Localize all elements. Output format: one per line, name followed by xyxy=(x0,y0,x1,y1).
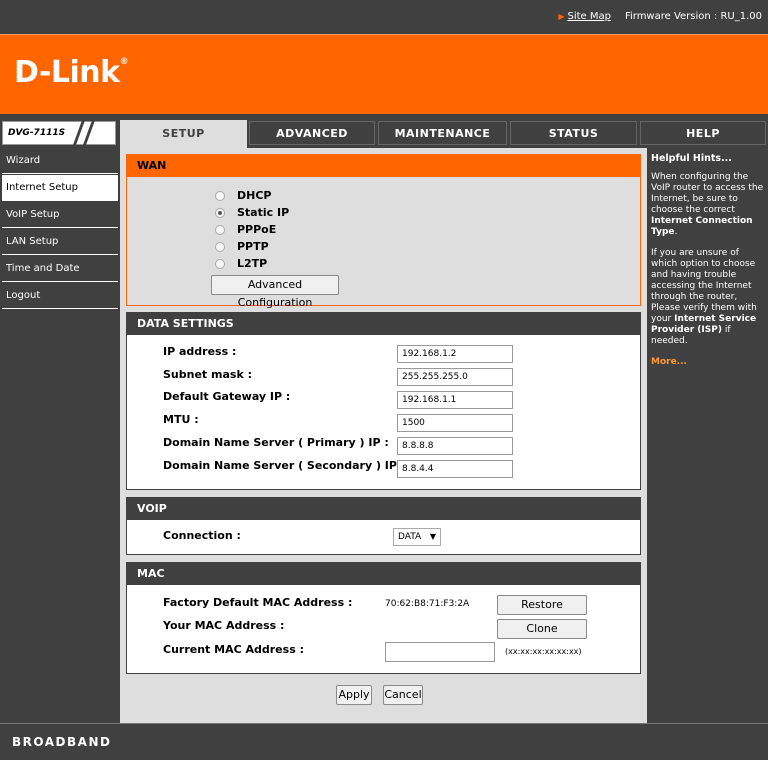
dropdown-arrow-icon: ▼ xyxy=(429,532,436,541)
tab-help[interactable]: HELP xyxy=(640,121,766,145)
sidebar-item-logout[interactable]: Logout xyxy=(2,283,118,309)
section-title: WAN xyxy=(127,155,640,177)
sidebar-item-lan-setup[interactable]: LAN Setup xyxy=(2,229,118,255)
model-label: DVG-7111S xyxy=(2,120,116,148)
mtu-field[interactable]: 1500 xyxy=(397,414,513,432)
radio-pppoe[interactable] xyxy=(215,225,225,235)
tab-setup[interactable]: SETUP xyxy=(120,120,247,148)
main-content: WAN DHCP Static IP PPPoE PPTP L2TP Advan… xyxy=(120,148,647,723)
broadband-label: BROADBAND xyxy=(12,735,112,749)
ip-address-label: IP address : xyxy=(163,345,237,358)
radio-pppoe-row[interactable]: PPPoE xyxy=(215,223,276,236)
default-gateway-field[interactable]: 192.168.1.1 xyxy=(397,391,513,409)
factory-mac-label: Factory Default MAC Address : xyxy=(163,596,353,609)
tab-status[interactable]: STATUS xyxy=(510,121,637,145)
mtu-label: MTU : xyxy=(163,413,199,426)
radio-dhcp[interactable] xyxy=(215,191,225,201)
connection-value: DATA xyxy=(398,532,422,542)
top-nav: DVG-7111S SETUP ADVANCED MAINTENANCE STA… xyxy=(0,118,768,148)
sidebar: Wizard Internet Setup VoIP Setup LAN Set… xyxy=(0,148,120,723)
tab-advanced[interactable]: ADVANCED xyxy=(249,121,375,145)
radio-label: L2TP xyxy=(237,257,268,270)
subnet-mask-field[interactable]: 255.255.255.0 xyxy=(397,368,513,386)
radio-label: DHCP xyxy=(237,189,272,202)
radio-static-ip[interactable] xyxy=(215,208,225,218)
clone-button[interactable]: Clone xyxy=(497,619,587,639)
radio-pptp-row[interactable]: PPTP xyxy=(215,240,269,253)
radio-dhcp-row[interactable]: DHCP xyxy=(215,189,271,202)
default-gateway-label: Default Gateway IP : xyxy=(163,390,291,403)
dns-primary-field[interactable]: 8.8.8.8 xyxy=(397,437,513,455)
connection-label: Connection : xyxy=(163,529,241,542)
sidebar-item-voip-setup[interactable]: VoIP Setup xyxy=(2,202,118,228)
radio-label: PPTP xyxy=(237,240,269,253)
data-settings-section: DATA SETTINGS IP address : 192.168.1.2 S… xyxy=(126,312,641,490)
wan-section: WAN DHCP Static IP PPPoE PPTP L2TP Advan… xyxy=(126,154,641,309)
radio-l2tp-row[interactable]: L2TP xyxy=(215,257,267,270)
advanced-configuration-button[interactable]: Advanced Configuration xyxy=(211,275,339,309)
hint-paragraph: When configuring the VoIP router to acce… xyxy=(651,172,764,237)
tab-maintenance[interactable]: MAINTENANCE xyxy=(378,121,507,145)
hint-paragraph: If you are unsure of which option to cho… xyxy=(651,248,757,346)
section-title: DATA SETTINGS xyxy=(127,313,640,335)
dns-secondary-field[interactable]: 8.8.4.4 xyxy=(397,460,513,478)
site-map-link[interactable]: Site Map xyxy=(567,11,610,22)
section-title: VOIP xyxy=(127,498,640,520)
firmware-version: Firmware Version : RU_1.00 xyxy=(624,11,762,22)
restore-button[interactable]: Restore xyxy=(497,595,587,615)
dlink-logo: D-Link® xyxy=(14,55,129,90)
model-name: DVG-7111S xyxy=(8,128,66,138)
your-mac-label: Your MAC Address : xyxy=(163,619,285,632)
mac-section: MAC Factory Default MAC Address : 70:62:… xyxy=(126,562,641,674)
connection-select[interactable]: DATA ▼ xyxy=(393,528,441,546)
radio-static-ip-row[interactable]: Static IP xyxy=(215,206,289,219)
current-mac-field[interactable] xyxy=(385,642,495,662)
header-banner: D-Link® xyxy=(0,34,768,114)
apply-button[interactable]: Apply xyxy=(336,685,372,705)
sidebar-item-wizard[interactable]: Wizard xyxy=(2,148,118,174)
helpful-hints-panel: Helpful Hints... When configuring the Vo… xyxy=(647,148,768,723)
dns-primary-label: Domain Name Server ( Primary ) IP : xyxy=(163,436,389,449)
radio-l2tp[interactable] xyxy=(215,259,225,269)
more-link[interactable]: More... xyxy=(651,357,764,368)
voip-section: VOIP Connection : DATA ▼ xyxy=(126,497,641,555)
dns-secondary-label: Domain Name Server ( Secondary ) IP : xyxy=(163,459,406,472)
mac-format-hint: (xx:xx:xx:xx:xx:xx) xyxy=(505,647,582,656)
factory-mac-value: 70:62:B8:71:F3:2A xyxy=(385,599,470,609)
radio-label: Static IP xyxy=(237,206,290,219)
sidebar-item-internet-setup[interactable]: Internet Setup xyxy=(2,175,118,201)
section-title: MAC xyxy=(127,563,640,585)
radio-label: PPPoE xyxy=(237,223,277,236)
subnet-mask-label: Subnet mask : xyxy=(163,368,252,381)
arrow-right-icon: ▶ xyxy=(558,12,565,21)
hints-title: Helpful Hints... xyxy=(651,153,732,164)
ip-address-field[interactable]: 192.168.1.2 xyxy=(397,345,513,363)
divider xyxy=(81,120,96,148)
sidebar-item-time-and-date[interactable]: Time and Date xyxy=(2,256,118,282)
radio-pptp[interactable] xyxy=(215,242,225,252)
cancel-button[interactable]: Cancel xyxy=(383,685,423,705)
current-mac-label: Current MAC Address : xyxy=(163,643,304,656)
footer: BROADBAND xyxy=(0,723,768,760)
top-strip: ▶ Site Map Firmware Version : RU_1.00 xyxy=(0,0,768,34)
